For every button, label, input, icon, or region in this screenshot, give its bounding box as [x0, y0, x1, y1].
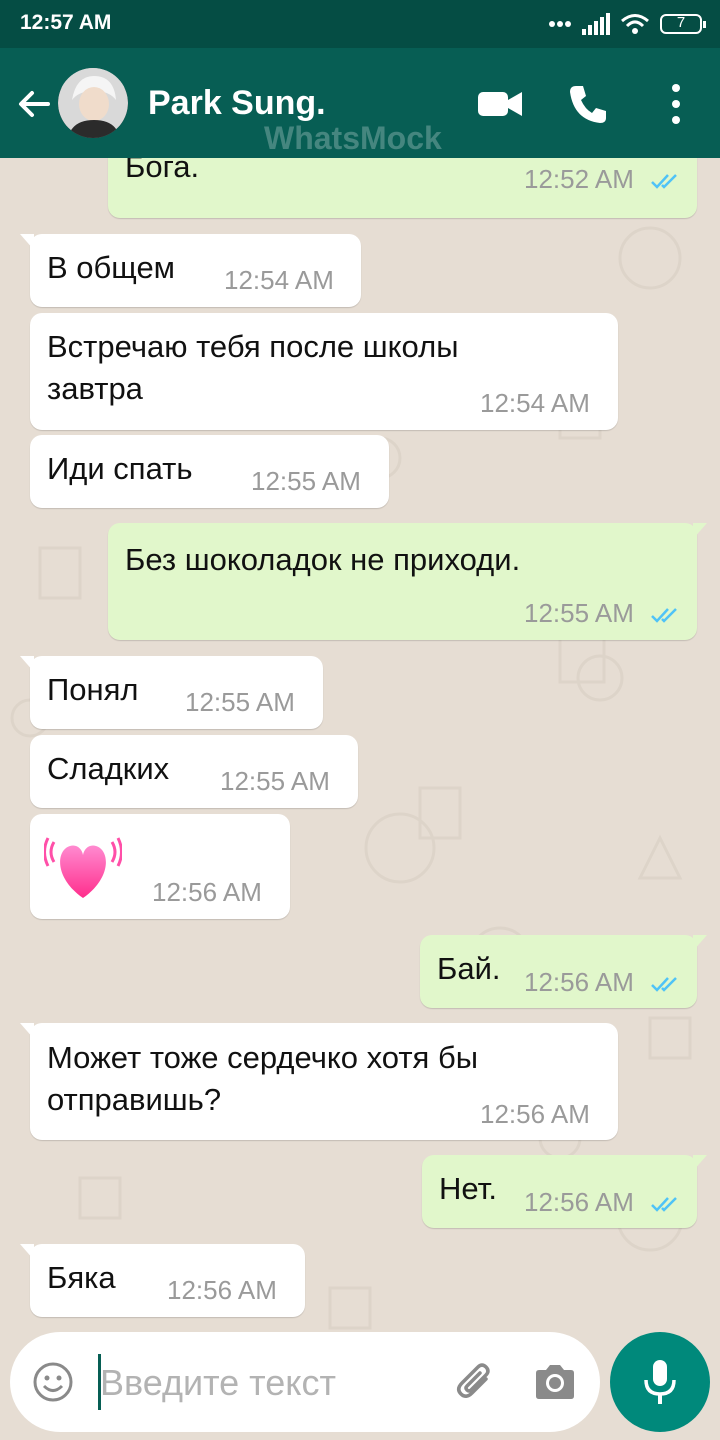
- message-time: 12:56 AM: [480, 1099, 590, 1129]
- read-receipt-icon: [651, 977, 677, 992]
- message-text: Бяка: [47, 1260, 116, 1295]
- message-bubble-incoming[interactable]: Сладких 12:55 AM: [30, 735, 358, 808]
- message-bubble-incoming[interactable]: Понял 12:55 AM: [20, 656, 323, 729]
- message-bubble-incoming[interactable]: Встречаю тебя после школы завтра 12:54 A…: [30, 313, 618, 430]
- message-time: 12:55 AM: [251, 466, 361, 496]
- message-time: 12:55 AM: [185, 687, 295, 717]
- overflow-menu-icon[interactable]: [650, 78, 702, 130]
- message-text: завтра: [47, 371, 143, 406]
- wifi-icon: [621, 14, 649, 34]
- back-arrow-icon[interactable]: [14, 84, 54, 124]
- heart-emoji-icon: [44, 837, 122, 898]
- message-text: Нет.: [439, 1171, 497, 1206]
- message-bubble-incoming[interactable]: В общем 12:54 AM: [20, 234, 361, 307]
- message-text: Понял: [47, 672, 139, 707]
- emoji-icon[interactable]: [32, 1361, 74, 1403]
- message-time: 12:56 AM: [167, 1275, 277, 1305]
- message-time: 12:56 AM: [152, 877, 262, 907]
- battery-level: 7: [676, 14, 686, 31]
- attach-icon[interactable]: [452, 1359, 498, 1405]
- message-input-bar[interactable]: Введите текст: [10, 1332, 600, 1432]
- message-time: 12:54 AM: [480, 388, 590, 418]
- message-time: 12:52 AM: [524, 164, 634, 194]
- message-text: Иди спать: [47, 451, 193, 486]
- message-bubble-outgoing[interactable]: Бай. 12:56 AM: [420, 935, 707, 1008]
- read-receipt-icon: [651, 1197, 677, 1212]
- message-bubble-outgoing[interactable]: Бога. 12:52 AM: [108, 158, 697, 218]
- message-time: 12:55 AM: [220, 766, 330, 796]
- message-text: отправишь?: [47, 1082, 222, 1117]
- message-bubble-outgoing[interactable]: Нет. 12:56 AM: [422, 1155, 707, 1228]
- message-text: В общем: [47, 250, 175, 285]
- status-bar: 12:57 AM 7: [0, 0, 720, 48]
- voice-call-icon[interactable]: [562, 78, 614, 130]
- message-bubble-incoming[interactable]: 12:56 AM: [30, 814, 290, 919]
- message-text: Бай.: [437, 951, 501, 986]
- chat-area[interactable]: Бога. 12:52 AM В общем 12:54 AM Встречаю…: [0, 158, 720, 1330]
- message-text: Сладких: [47, 751, 170, 786]
- watermark-text: WhatsMock: [264, 120, 442, 156]
- message-bubble-incoming[interactable]: Иди спать 12:55 AM: [30, 435, 389, 508]
- status-icons: 7: [548, 12, 706, 36]
- battery-icon: 7: [660, 14, 706, 34]
- camera-icon[interactable]: [532, 1361, 578, 1403]
- chat-header: Park Sung. WhatsMock: [0, 48, 720, 158]
- more-dots-icon: [549, 21, 571, 27]
- status-time: 12:57 AM: [20, 11, 112, 34]
- microphone-icon: [644, 1360, 676, 1404]
- video-call-icon[interactable]: [474, 78, 526, 130]
- message-text: Бога.: [125, 158, 200, 184]
- read-receipt-icon: [651, 174, 677, 189]
- message-time: 12:54 AM: [224, 265, 334, 295]
- message-time: 12:56 AM: [524, 967, 634, 997]
- message-text: Может тоже сердечко хотя бы: [47, 1040, 478, 1075]
- message-bubble-outgoing[interactable]: Без шоколадок не приходи. 12:55 AM: [108, 523, 707, 640]
- message-bubble-incoming[interactable]: Бяка 12:56 AM: [20, 1244, 305, 1317]
- voice-record-button[interactable]: [610, 1332, 710, 1432]
- signal-icon: [582, 13, 610, 35]
- message-time: 12:55 AM: [524, 598, 634, 628]
- message-text: Встречаю тебя после школы: [47, 329, 459, 364]
- message-time: 12:56 AM: [524, 1187, 634, 1217]
- read-receipt-icon: [651, 608, 677, 623]
- avatar-image: [58, 68, 128, 138]
- message-input-placeholder[interactable]: Введите текст: [100, 1362, 336, 1404]
- contact-name[interactable]: Park Sung.: [148, 84, 326, 123]
- message-bubble-incoming[interactable]: Может тоже сердечко хотя бы отправишь? 1…: [20, 1023, 618, 1140]
- message-text: Без шоколадок не приходи.: [125, 542, 521, 577]
- avatar[interactable]: [58, 68, 128, 138]
